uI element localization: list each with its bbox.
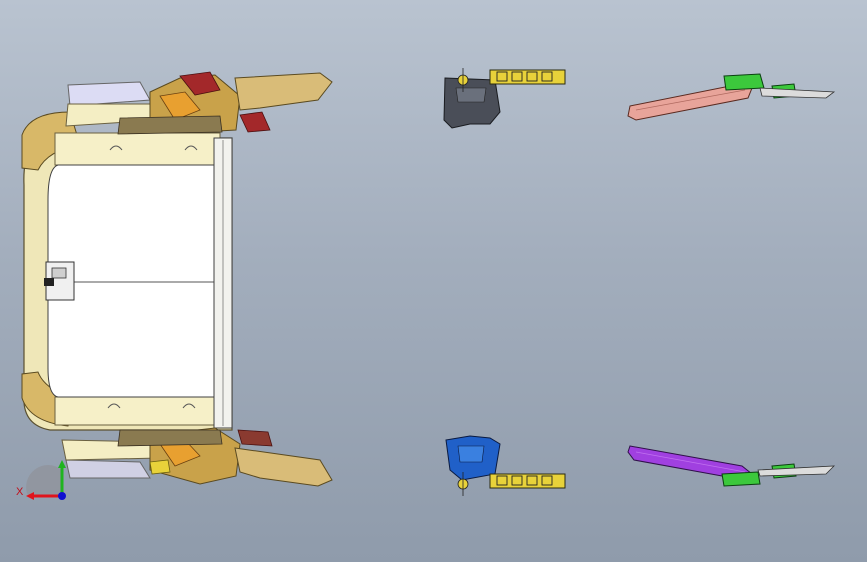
bracket-top-dark[interactable] — [443, 68, 566, 129]
y-axis-arrowhead — [58, 460, 66, 468]
bracket-bottom-blue[interactable] — [445, 435, 566, 496]
rail-bottom-purple[interactable] — [627, 445, 836, 487]
triad-backdrop — [26, 465, 62, 496]
cad-viewport[interactable]: X — [0, 0, 867, 562]
z-axis-dot — [58, 492, 66, 500]
seat-frame-assembly[interactable] — [21, 71, 333, 487]
view-triad: X — [12, 458, 72, 508]
rail-top-pink[interactable] — [627, 73, 836, 121]
cad-scene[interactable] — [0, 0, 867, 562]
x-axis-label: X — [16, 486, 24, 498]
